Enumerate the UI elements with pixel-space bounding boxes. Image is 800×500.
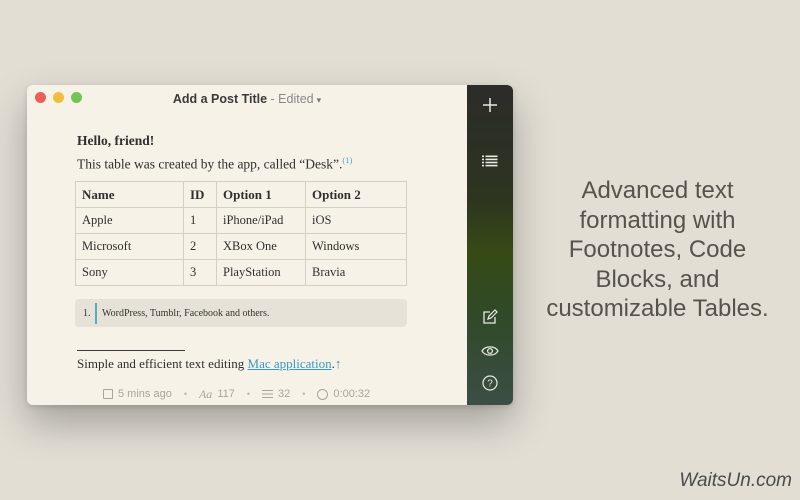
chevron-down-icon[interactable]: ▾	[317, 95, 322, 105]
help-icon: ?	[482, 375, 498, 391]
app-window: Add a Post Title - Edited ▾ Hello, friend…	[27, 85, 513, 405]
table-header-cell: Name	[75, 181, 184, 208]
table-header-cell: Option 1	[216, 181, 306, 208]
separator-dot: •	[183, 389, 187, 399]
greeting-heading: Hello, friend!	[77, 133, 155, 148]
word-count: 32	[262, 388, 290, 400]
table-cell[interactable]: 1	[183, 207, 217, 234]
table-header-row: Name ID Option 1 Option 2	[75, 181, 407, 208]
preview-button[interactable]	[467, 339, 513, 363]
marketing-line: customizable Tables.	[546, 295, 769, 322]
footnote-back-link[interactable]: ↑	[335, 356, 342, 371]
footnote-block[interactable]: 1. WordPress, Tumblr, Facebook and other…	[75, 299, 407, 327]
help-button[interactable]: ?	[467, 371, 513, 395]
word-count-value: 32	[278, 388, 291, 400]
last-saved-text: 5 mins ago	[118, 388, 172, 400]
footnote-number: 1.	[83, 308, 91, 319]
window-title[interactable]: Add a Post Title - Edited ▾	[27, 92, 467, 106]
writing-timer-value: 0:00:32	[333, 388, 371, 400]
last-saved: 5 mins ago	[103, 388, 172, 400]
separator-dot: •	[302, 389, 306, 399]
marketing-line: formatting with	[579, 206, 736, 234]
edited-status: - Edited	[267, 92, 314, 106]
new-post-button[interactable]	[467, 93, 513, 117]
help-glyph: ?	[487, 379, 493, 390]
table-cell[interactable]: Apple	[75, 207, 184, 234]
list-icon	[482, 155, 498, 167]
table-cell[interactable]: XBox One	[216, 233, 306, 260]
editor-pane: Add a Post Title - Edited ▾ Hello, friend…	[27, 85, 467, 405]
marketing-copy: Advanced text formatting with Footnotes,…	[530, 176, 785, 324]
marketing-line: Footnotes, Code	[568, 236, 747, 263]
document-content[interactable]: Hello, friend! This table was created by…	[77, 133, 417, 173]
marketing-line: Advanced text	[581, 177, 734, 204]
table-header-cell: ID	[183, 181, 217, 208]
table-header-cell: Option 2	[305, 181, 407, 208]
watermark: WaitsUn.com	[679, 470, 792, 491]
table-cell[interactable]: 3	[183, 259, 217, 286]
footnote-reference[interactable]: (1)	[342, 155, 352, 165]
posts-list-button[interactable]	[467, 149, 513, 173]
intro-paragraph: This table was created by the app, calle…	[77, 155, 417, 173]
intro-text: This table was created by the app, calle…	[77, 156, 343, 172]
post-title: Add a Post Title	[172, 92, 268, 106]
table-cell[interactable]: 2	[183, 233, 217, 260]
font-icon: Aa	[198, 386, 213, 401]
table-cell[interactable]: Windows	[305, 233, 407, 260]
table-cell[interactable]: Bravia	[305, 259, 407, 286]
character-count: Aa 117	[199, 387, 235, 402]
footnote-text: WordPress, Tumblr, Facebook and others.	[102, 308, 270, 319]
marketing-line: Blocks, and	[595, 265, 720, 293]
mac-application-link[interactable]: Mac application	[248, 356, 332, 371]
writing-timer: 0:00:32	[317, 388, 370, 400]
plus-icon	[483, 98, 497, 112]
compose-icon	[483, 309, 498, 324]
publish-button[interactable]	[467, 305, 513, 329]
content-table[interactable]: Name ID Option 1 Option 2 Apple 1 iPhone…	[75, 181, 407, 286]
character-count-value: 117	[217, 388, 235, 400]
tool-sidebar: ?	[467, 85, 513, 405]
status-bar: 5 mins ago • Aa 117 • 32 • 0:00:32	[103, 386, 370, 402]
table-cell[interactable]: Sony	[75, 259, 184, 286]
eye-icon	[481, 346, 499, 356]
table-row: Microsoft 2 XBox One Windows	[75, 233, 407, 260]
table-cell[interactable]: iOS	[305, 207, 407, 234]
table-cell[interactable]: iPhone/iPad	[216, 207, 306, 234]
title-bar: Add a Post Title - Edited ▾	[27, 85, 467, 113]
table-row: Apple 1 iPhone/iPad iOS	[75, 207, 407, 234]
tagline-prefix: Simple and efficient text editing	[77, 356, 248, 371]
lines-icon	[262, 390, 274, 398]
footnote-divider	[77, 350, 185, 351]
tagline-paragraph: Simple and efficient text editing Mac ap…	[77, 356, 341, 372]
table-cell[interactable]: PlayStation	[216, 259, 306, 286]
clock-icon	[317, 388, 329, 400]
footnote-bar	[95, 303, 97, 324]
calendar-icon	[103, 389, 113, 399]
table-row: Sony 3 PlayStation Bravia	[75, 259, 407, 286]
separator-dot: •	[246, 389, 251, 399]
table-cell[interactable]: Microsoft	[75, 233, 184, 260]
